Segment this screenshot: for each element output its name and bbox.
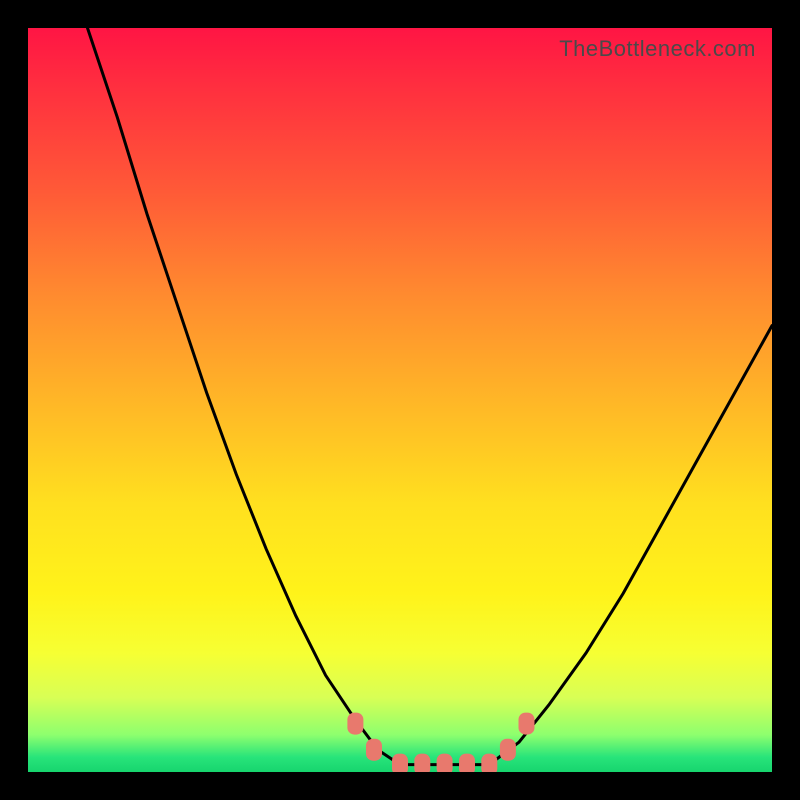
bead-left-lower [366,739,382,761]
bead-bottom-2 [414,754,430,772]
bead-right-upper [519,713,535,735]
curve-markers [347,713,534,772]
bead-bottom-1 [392,754,408,772]
curve-left [88,28,401,765]
curve-right [489,326,772,765]
watermark-text: TheBottleneck.com [559,36,756,62]
bead-bottom-3 [437,754,453,772]
bead-left-upper [347,713,363,735]
bottleneck-curve [28,28,772,772]
chart-plot-area: TheBottleneck.com [28,28,772,772]
bead-bottom-5 [481,754,497,772]
bead-bottom-4 [459,754,475,772]
chart-frame: TheBottleneck.com [0,0,800,800]
bead-right-lower [500,739,516,761]
